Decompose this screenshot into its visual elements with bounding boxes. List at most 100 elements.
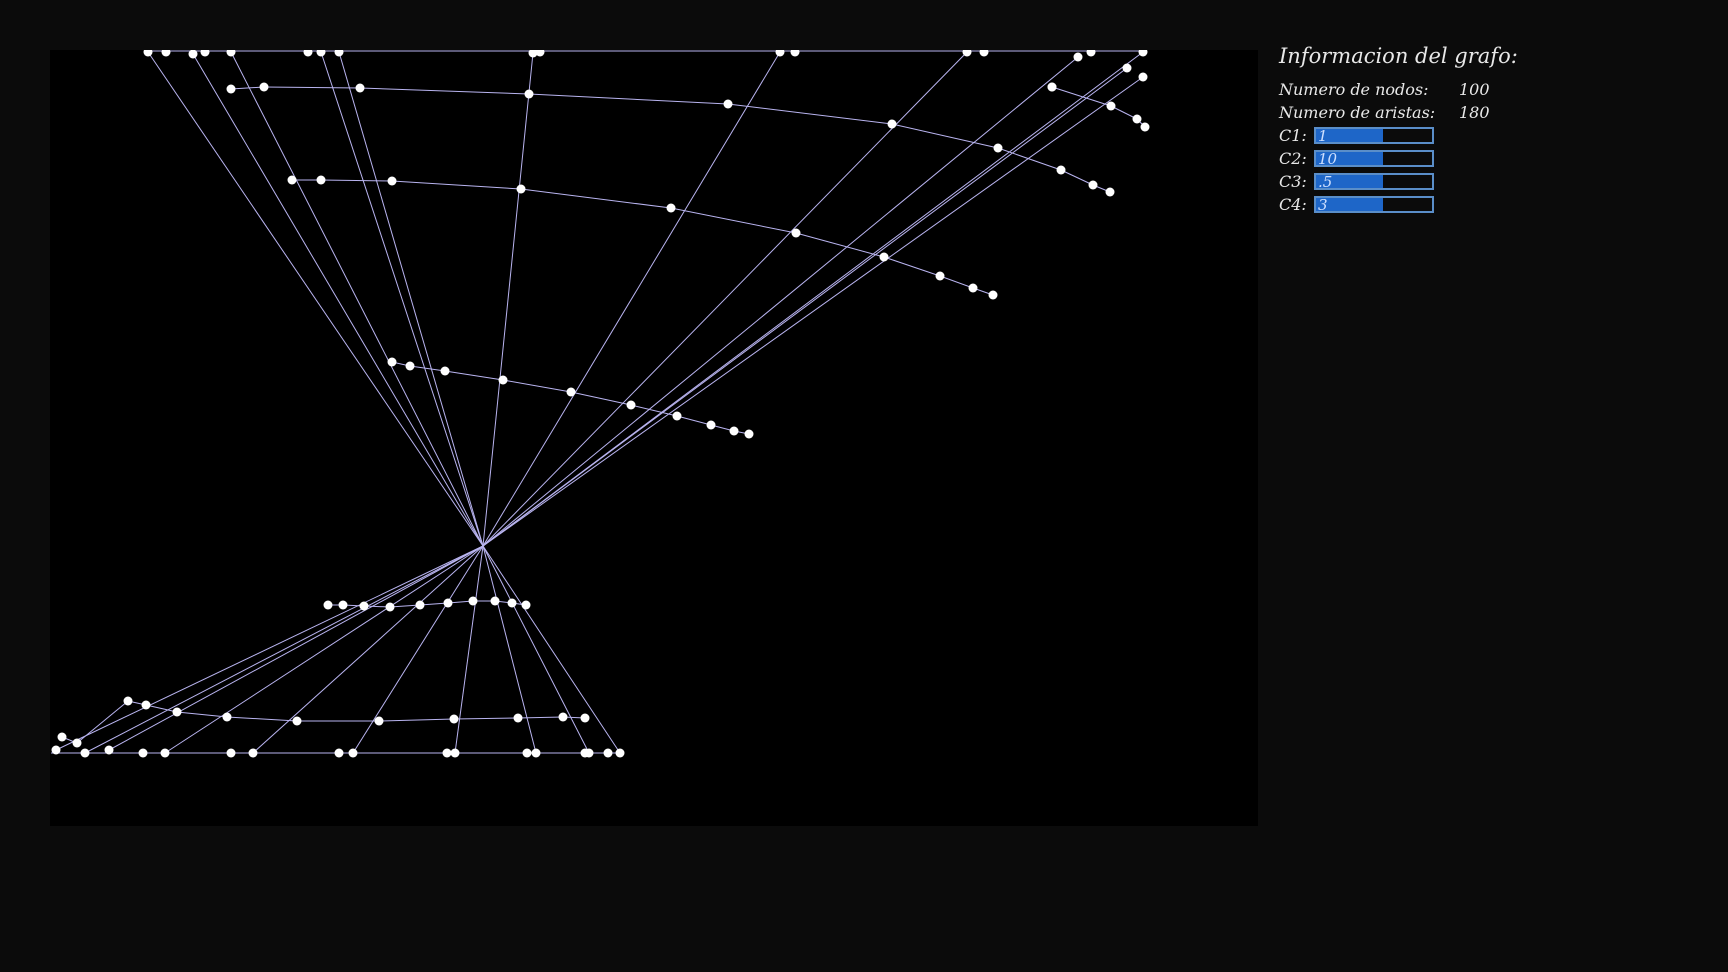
graph-node[interactable] <box>521 600 531 610</box>
graph-node[interactable] <box>338 600 348 610</box>
graph-node[interactable] <box>1138 72 1148 82</box>
graph-node[interactable] <box>172 707 182 717</box>
graph-node[interactable] <box>334 50 344 57</box>
graph-node[interactable] <box>440 366 450 376</box>
graph-node[interactable] <box>303 50 313 57</box>
graph-node[interactable] <box>387 176 397 186</box>
graph-node[interactable] <box>580 713 590 723</box>
graph-node[interactable] <box>442 748 452 758</box>
graph-node[interactable] <box>468 596 478 606</box>
graph-node[interactable] <box>316 50 326 57</box>
graph-node[interactable] <box>993 143 1003 153</box>
graph-node[interactable] <box>292 716 302 726</box>
graph-node[interactable] <box>935 271 945 281</box>
graph-node[interactable] <box>287 175 297 185</box>
graph-node[interactable] <box>535 50 545 57</box>
graph-node[interactable] <box>791 228 801 238</box>
graph-node[interactable] <box>1140 122 1150 132</box>
graph-node[interactable] <box>57 732 67 742</box>
graph-node[interactable] <box>988 290 998 300</box>
param-c3-input[interactable]: .5 <box>1314 173 1434 190</box>
graph-node[interactable] <box>226 748 236 758</box>
graph-node[interactable] <box>498 375 508 385</box>
graph-node[interactable] <box>1073 52 1083 62</box>
graph-node[interactable] <box>603 748 613 758</box>
graph-node[interactable] <box>879 252 889 262</box>
param-c1-input[interactable]: 1 <box>1314 127 1434 144</box>
graph-node[interactable] <box>516 184 526 194</box>
graph-node[interactable] <box>615 748 625 758</box>
info-title: Informacion del grafo: <box>1279 44 1518 68</box>
graph-node[interactable] <box>775 50 785 57</box>
graph-node[interactable] <box>490 596 500 606</box>
param-c4-input[interactable]: 3 <box>1314 196 1434 213</box>
graph-node[interactable] <box>584 748 594 758</box>
graph-node[interactable] <box>143 50 153 57</box>
graph-node[interactable] <box>449 714 459 724</box>
graph-node[interactable] <box>141 700 151 710</box>
graph-node[interactable] <box>104 745 114 755</box>
graph-node[interactable] <box>160 748 170 758</box>
graph-node[interactable] <box>161 50 171 57</box>
graph-node[interactable] <box>226 84 236 94</box>
graph-node[interactable] <box>450 748 460 758</box>
graph-node[interactable] <box>80 748 90 758</box>
graph-node[interactable] <box>359 601 369 611</box>
graph-edge <box>230 86 265 90</box>
graph-edge <box>520 188 672 209</box>
graph-node[interactable] <box>248 748 258 758</box>
graph-node[interactable] <box>443 598 453 608</box>
graph-node[interactable] <box>1056 165 1066 175</box>
graph-node[interactable] <box>968 283 978 293</box>
graph-node[interactable] <box>706 420 716 430</box>
graph-node[interactable] <box>259 82 269 92</box>
graph-node[interactable] <box>355 83 365 93</box>
graph-node[interactable] <box>387 357 397 367</box>
param-c2-input[interactable]: 10 <box>1314 150 1434 167</box>
graph-node[interactable] <box>188 50 198 59</box>
graph-node[interactable] <box>531 748 541 758</box>
graph-node[interactable] <box>1122 63 1132 73</box>
param-c2-label: C2: <box>1279 149 1307 168</box>
graph-edge <box>84 545 484 754</box>
graph-node[interactable] <box>513 713 523 723</box>
graph-node[interactable] <box>123 696 133 706</box>
graph-node[interactable] <box>672 411 682 421</box>
graph-node[interactable] <box>374 716 384 726</box>
graph-node[interactable] <box>1106 101 1116 111</box>
graph-node[interactable] <box>723 99 733 109</box>
graph-node[interactable] <box>226 50 236 57</box>
graph-node[interactable] <box>887 119 897 129</box>
graph-node[interactable] <box>979 50 989 57</box>
graph-node[interactable] <box>626 400 636 410</box>
graph-node[interactable] <box>790 50 800 57</box>
graph-node[interactable] <box>1105 187 1115 197</box>
graph-node[interactable] <box>729 426 739 436</box>
graph-node[interactable] <box>1047 82 1057 92</box>
graph-node[interactable] <box>138 748 148 758</box>
graph-visualization[interactable] <box>50 50 1258 826</box>
graph-node[interactable] <box>1138 50 1148 57</box>
graph-node[interactable] <box>744 429 754 439</box>
graph-node[interactable] <box>507 598 517 608</box>
graph-node[interactable] <box>405 361 415 371</box>
graph-node[interactable] <box>222 712 232 722</box>
graph-node[interactable] <box>1088 180 1098 190</box>
graph-node[interactable] <box>72 738 82 748</box>
graph-node[interactable] <box>524 89 534 99</box>
graph-node[interactable] <box>200 50 210 57</box>
graph-node[interactable] <box>522 748 532 758</box>
graph-node[interactable] <box>334 748 344 758</box>
graph-canvas[interactable] <box>50 50 1258 826</box>
graph-node[interactable] <box>51 745 61 755</box>
graph-node[interactable] <box>566 387 576 397</box>
graph-node[interactable] <box>415 600 425 610</box>
graph-node[interactable] <box>1086 50 1096 57</box>
graph-node[interactable] <box>558 712 568 722</box>
graph-node[interactable] <box>385 602 395 612</box>
graph-node[interactable] <box>323 600 333 610</box>
graph-node[interactable] <box>1132 114 1142 124</box>
graph-node[interactable] <box>348 748 358 758</box>
graph-node[interactable] <box>316 175 326 185</box>
graph-node[interactable] <box>666 203 676 213</box>
